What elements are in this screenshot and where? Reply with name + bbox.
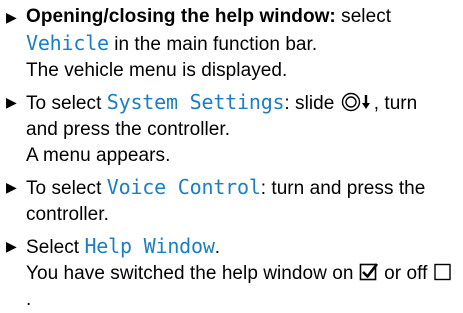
instruction-step-4: ▶ Select Help Window. You have switched … (6, 233, 453, 313)
step-1-ui-term: Vehicle (26, 31, 109, 55)
step-4-text-b: . (214, 237, 221, 258)
step-4-result-c: . (26, 289, 32, 310)
step-2-ui-term: System Settings (106, 90, 285, 114)
triangle-bullet-icon: ▶ (6, 9, 17, 25)
step-4-ui-term: Help Window (84, 234, 215, 258)
step-2-text-a: To select (26, 93, 107, 114)
step-4-result: You have switched the help window on or … (26, 261, 453, 313)
step-3-text-a: To select (26, 178, 107, 199)
step-2-body: To select System Settings: slide , turn … (26, 89, 453, 169)
step-1-result: The vehicle menu is displayed. (26, 60, 288, 81)
instruction-step-1: ▶ Opening/closing the help window: selec… (6, 4, 453, 84)
triangle-bullet-icon: ▶ (6, 179, 17, 195)
instruction-step-2: ▶ To select System Settings: slide , tur… (6, 89, 453, 169)
instruction-page: ▶ Opening/closing the help window: selec… (0, 0, 463, 310)
step-4-text-a: Select (26, 237, 85, 258)
step-1-text-a: select (335, 6, 392, 27)
triangle-bullet-icon: ▶ (6, 94, 17, 110)
controller-slide-down-icon (341, 92, 370, 112)
step-2-text-b: : slide (284, 93, 340, 114)
instruction-step-3: ▶ To select Voice Control: turn and pres… (6, 174, 453, 228)
step-1-text-b: in the main function bar. (108, 34, 318, 55)
checkbox-unchecked-icon (434, 263, 451, 281)
step-1-lead: Opening/closing the help window: (26, 6, 336, 27)
step-4-result-b: or off (378, 263, 433, 284)
step-2-result: A menu appears. (26, 145, 171, 166)
step-3-ui-term: Voice Control (106, 175, 261, 199)
step-4-result-a: You have switched the help window on (26, 263, 359, 284)
triangle-bullet-icon: ▶ (6, 238, 17, 254)
checkbox-checked-icon (359, 263, 378, 281)
step-4-body: Select Help Window. You have switched th… (26, 233, 453, 313)
step-1-body: Opening/closing the help window: select … (26, 4, 453, 84)
step-3-body: To select Voice Control: turn and press … (26, 174, 453, 228)
